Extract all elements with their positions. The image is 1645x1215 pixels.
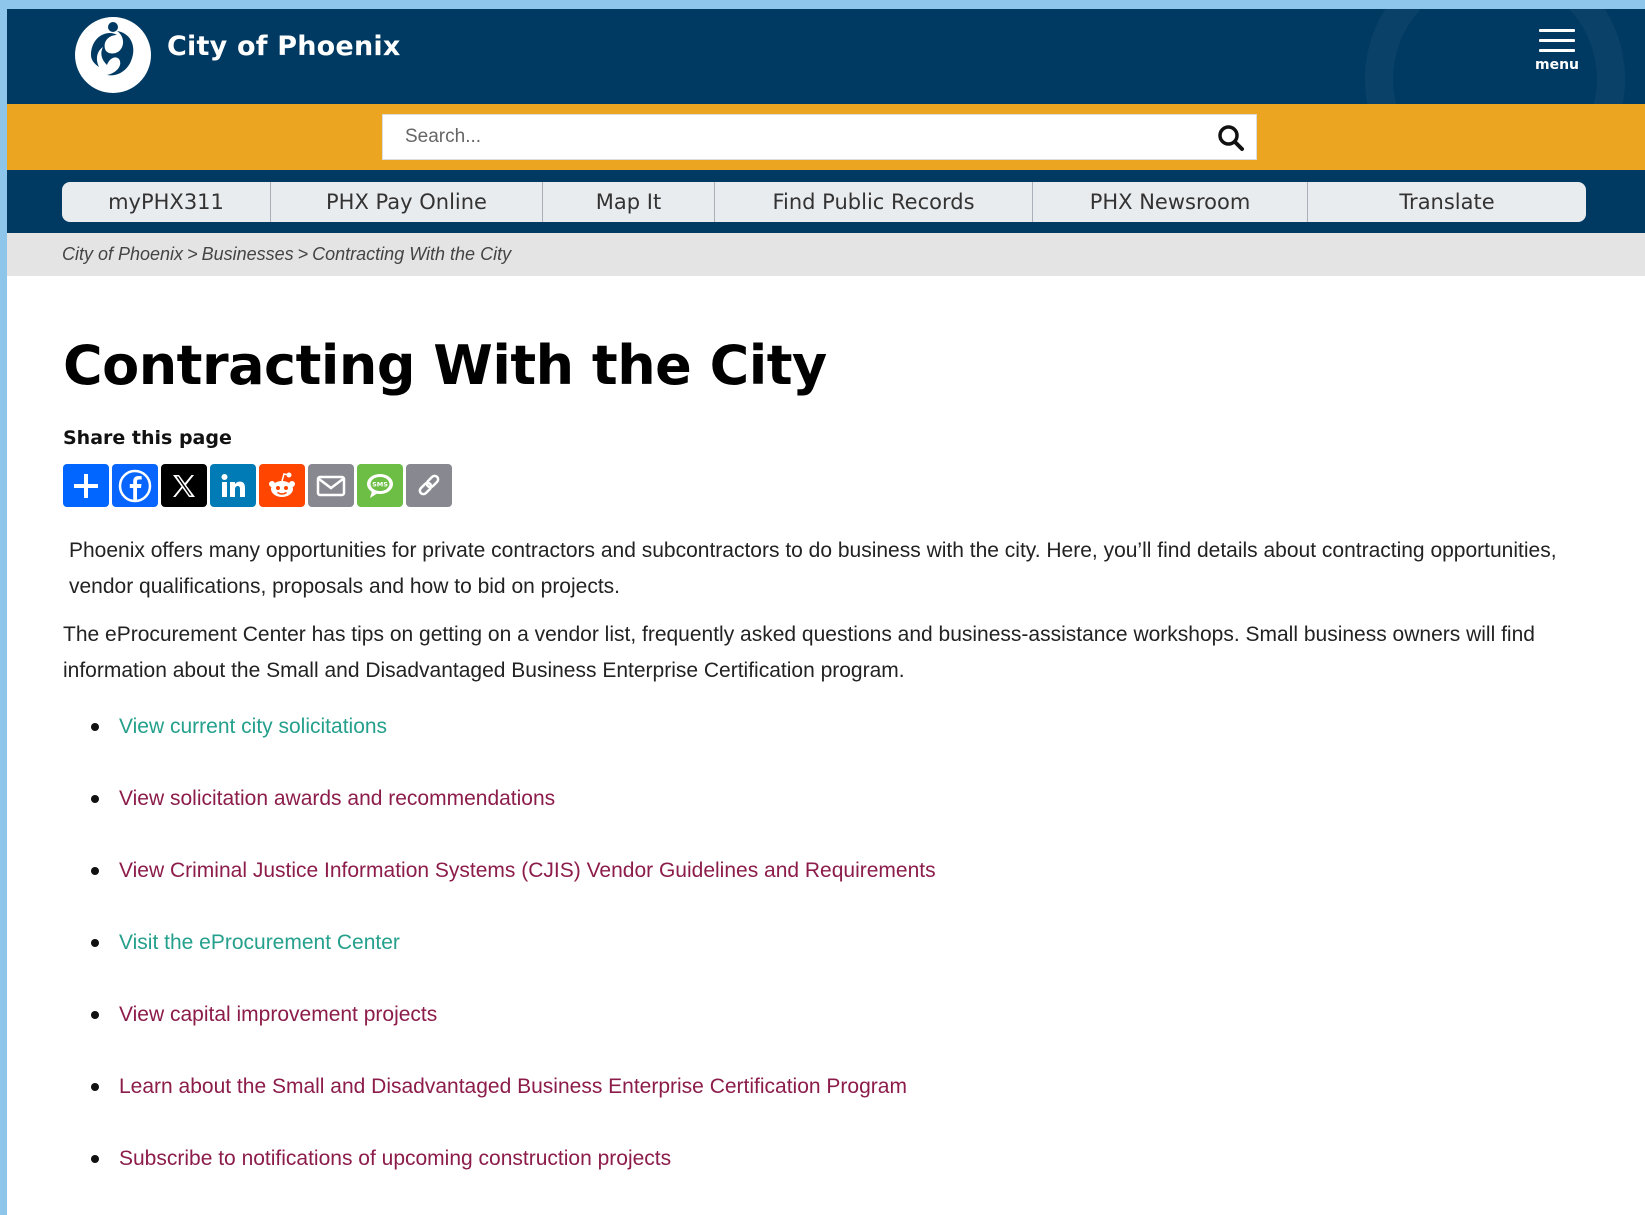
intro-paragraph-1: Phoenix offers many opportunities for pr… bbox=[69, 539, 1557, 598]
bullet bbox=[91, 1083, 99, 1091]
share-reddit-button[interactable] bbox=[259, 464, 305, 507]
link-sdbe-certification[interactable]: Learn about the Small and Disadvantaged … bbox=[119, 1073, 907, 1101]
linkedin-icon bbox=[221, 473, 245, 497]
search-input[interactable] bbox=[383, 115, 1203, 159]
search-band bbox=[7, 104, 1645, 170]
facebook-icon bbox=[118, 469, 152, 502]
link-solicitation-awards[interactable]: View solicitation awards and recommendat… bbox=[119, 785, 555, 813]
bullet bbox=[91, 939, 99, 947]
list-item: Subscribe to notifications of upcoming c… bbox=[63, 1145, 1585, 1215]
bullet bbox=[91, 795, 99, 803]
add-icon bbox=[74, 473, 98, 498]
breadcrumb-separator: > bbox=[297, 244, 309, 264]
share-buttons: SMS bbox=[63, 464, 1585, 507]
quick-link-translate[interactable]: Translate bbox=[1308, 182, 1586, 222]
svg-text:SMS: SMS bbox=[372, 480, 388, 488]
breadcrumb-separator: > bbox=[187, 244, 198, 264]
list-item: Visit the eProcurement Center bbox=[63, 929, 1585, 1001]
bullet bbox=[91, 1155, 99, 1163]
menu-button[interactable]: menu bbox=[1529, 29, 1585, 85]
sms-icon: SMS bbox=[367, 473, 393, 498]
copy-link-icon bbox=[418, 474, 440, 495]
list-item: View solicitation awards and recommendat… bbox=[63, 785, 1585, 857]
bullet bbox=[91, 723, 99, 731]
site-name[interactable]: City of Phoenix bbox=[167, 31, 400, 62]
search-icon[interactable] bbox=[1216, 123, 1246, 153]
link-capital-improvement[interactable]: View capital improvement projects bbox=[119, 1001, 437, 1029]
list-item: View Criminal Justice Information System… bbox=[63, 857, 1585, 929]
link-eprocurement-center[interactable]: Visit the eProcurement Center bbox=[119, 929, 400, 957]
main-content: Contracting With the City Share this pag… bbox=[7, 334, 1645, 1215]
share-sms-button[interactable]: SMS bbox=[357, 464, 403, 507]
quick-link-map-it[interactable]: Map It bbox=[543, 182, 715, 222]
site-header: City of Phoenix menu bbox=[7, 9, 1645, 104]
share-label: Share this page bbox=[63, 427, 232, 449]
list-item: Learn about the Small and Disadvantaged … bbox=[63, 1073, 1585, 1145]
page-title: Contracting With the City bbox=[63, 334, 827, 397]
quick-links-bar: myPHX311 PHX Pay Online Map It Find Publ… bbox=[62, 182, 1586, 222]
x-icon bbox=[173, 474, 195, 497]
quick-link-phx-newsroom[interactable]: PHX Newsroom bbox=[1033, 182, 1308, 222]
breadcrumb-businesses[interactable]: Businesses bbox=[202, 244, 294, 264]
page: City of Phoenix menu myPHX311 PHX Pay On… bbox=[7, 9, 1645, 1215]
search-box bbox=[382, 114, 1257, 160]
email-icon bbox=[316, 475, 346, 496]
quick-link-myphx311[interactable]: myPHX311 bbox=[62, 182, 271, 222]
reddit-icon bbox=[269, 472, 295, 497]
share-add-button[interactable] bbox=[63, 464, 109, 507]
list-item: View capital improvement projects bbox=[63, 1001, 1585, 1073]
share-copy-link-button[interactable] bbox=[406, 464, 452, 507]
phoenix-logo-icon[interactable] bbox=[73, 15, 153, 95]
share-facebook-button[interactable] bbox=[112, 464, 158, 507]
share-email-button[interactable] bbox=[308, 464, 354, 507]
breadcrumb: City of Phoenix > Businesses > Contracting W… bbox=[7, 233, 1645, 276]
breadcrumb-current[interactable]: Contracting With the City bbox=[312, 244, 511, 264]
breadcrumb-home[interactable]: City of Phoenix bbox=[62, 244, 183, 264]
hamburger-icon bbox=[1529, 29, 1585, 52]
quick-links-band: myPHX311 PHX Pay Online Map It Find Publ… bbox=[7, 170, 1645, 233]
share-x-button[interactable] bbox=[161, 464, 207, 507]
bullet bbox=[91, 1011, 99, 1019]
intro-paragraph-2: The eProcurement Center has tips on gett… bbox=[63, 623, 1535, 682]
menu-label: menu bbox=[1534, 57, 1580, 73]
link-cjis-guidelines[interactable]: View Criminal Justice Information System… bbox=[119, 857, 936, 885]
bullet bbox=[91, 867, 99, 875]
header-watermark bbox=[1365, 9, 1625, 104]
resource-links: View current city solicitations View sol… bbox=[63, 713, 1585, 1215]
quick-link-phx-pay-online[interactable]: PHX Pay Online bbox=[271, 182, 543, 222]
intro-text: Phoenix offers many opportunities for pr… bbox=[63, 533, 1585, 689]
list-item: View current city solicitations bbox=[63, 713, 1585, 785]
quick-link-find-public-records[interactable]: Find Public Records bbox=[715, 182, 1033, 222]
link-current-solicitations[interactable]: View current city solicitations bbox=[119, 713, 387, 741]
link-construction-notifications[interactable]: Subscribe to notifications of upcoming c… bbox=[119, 1145, 671, 1173]
share-linkedin-button[interactable] bbox=[210, 464, 256, 507]
